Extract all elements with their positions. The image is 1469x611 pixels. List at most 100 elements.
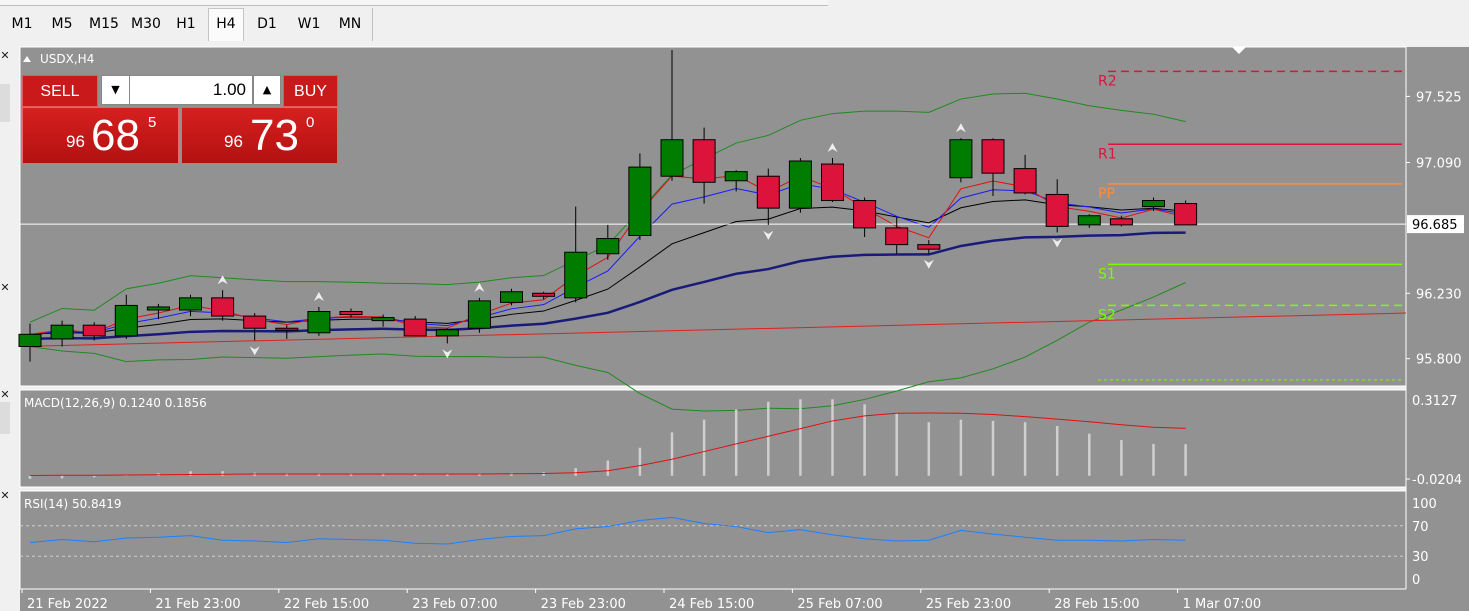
macd-tick-label: 0.3127 — [1412, 394, 1458, 409]
candle-body — [435, 329, 459, 337]
buy-price-prefix: 96 — [224, 132, 243, 151]
candle-body — [1013, 168, 1037, 194]
close-icon[interactable]: ✕ — [0, 490, 10, 502]
buy-price-main: 73 — [250, 111, 299, 160]
timeframe-m30[interactable]: M30 — [126, 9, 166, 39]
panel-tab[interactable] — [0, 84, 10, 122]
rsi-tick-label: 70 — [1412, 520, 1429, 535]
buy-price-button[interactable]: 96 73 0 — [181, 107, 338, 164]
candle-body — [821, 163, 844, 202]
candle-body — [724, 171, 748, 182]
volume-up-icon[interactable]: ▲ — [253, 75, 281, 105]
candle-body — [179, 297, 202, 311]
time-label: 21 Feb 23:00 — [155, 597, 240, 611]
candle-body — [564, 251, 588, 299]
candle-body — [596, 238, 620, 255]
candle-body — [243, 315, 267, 329]
pivot-label-s1: S1 — [1098, 266, 1116, 282]
rsi-tick-label: 0 — [1412, 573, 1420, 588]
candle-body — [114, 304, 138, 337]
rsi-tick-label: 30 — [1412, 550, 1429, 565]
candle-body — [1045, 193, 1069, 227]
candle-body — [1109, 218, 1133, 226]
one-click-trading-panel: SELL ▼ 1.00 ▲ BUY 96 68 5 96 73 0 — [22, 75, 338, 164]
macd-label: MACD(12,26,9) 0.1240 0.1856 — [24, 396, 207, 410]
time-label: 28 Feb 15:00 — [1054, 597, 1139, 611]
time-label: 23 Feb 23:00 — [541, 597, 626, 611]
candle-body — [885, 227, 909, 246]
toolbar-separator — [372, 8, 373, 41]
sell-price-main: 68 — [91, 111, 140, 160]
candle-body — [788, 160, 812, 209]
close-icon[interactable]: ✕ — [0, 282, 10, 294]
volume-input[interactable]: 1.00 — [129, 75, 253, 105]
candle-body — [339, 311, 363, 316]
time-label: 24 Feb 15:00 — [669, 597, 754, 611]
candle-body — [917, 244, 941, 250]
candle-body — [307, 311, 331, 334]
candle-body — [692, 139, 716, 183]
candle-body — [660, 139, 684, 177]
candle-body — [1142, 200, 1165, 208]
candle-body — [467, 300, 491, 329]
time-label: 23 Feb 07:00 — [412, 597, 497, 611]
sell-button[interactable]: SELL — [22, 75, 98, 107]
sell-price-fraction: 5 — [148, 114, 157, 131]
time-label: 25 Feb 07:00 — [797, 597, 882, 611]
candle-body — [403, 318, 427, 337]
candle-body — [1174, 203, 1198, 226]
candle-body — [211, 297, 235, 317]
close-icon[interactable]: ✕ — [0, 50, 10, 62]
price-tick-label: 95.800 — [1416, 353, 1462, 368]
macd-panel — [19, 389, 1407, 488]
candle-body — [18, 333, 42, 347]
toolbar-top-strip — [0, 0, 828, 6]
sell-price-button[interactable]: 96 68 5 — [22, 107, 179, 164]
panel-tab[interactable] — [0, 402, 10, 434]
price-tick-label: 97.525 — [1416, 90, 1462, 105]
timeframe-h1[interactable]: H1 — [168, 9, 204, 39]
sell-price-prefix: 96 — [66, 132, 85, 151]
candle-body — [146, 306, 170, 311]
current-price-label: 96.685 — [1412, 218, 1458, 233]
pivot-label-pp: PP — [1098, 186, 1115, 202]
candle-body — [853, 200, 877, 229]
candle-body — [756, 175, 780, 209]
macd-tick-label: -0.0204 — [1412, 473, 1462, 488]
buy-button[interactable]: BUY — [283, 75, 338, 107]
time-label: 22 Feb 15:00 — [284, 597, 369, 611]
time-label: 25 Feb 23:00 — [926, 597, 1011, 611]
candle-body — [371, 317, 395, 322]
time-label: 21 Feb 2022 — [27, 597, 108, 611]
candle-body — [500, 291, 523, 303]
volume-dropdown-icon[interactable]: ▼ — [101, 75, 129, 105]
buy-price-fraction: 0 — [306, 114, 315, 131]
candle-body — [628, 166, 652, 237]
timeframe-toolbar: M1 M5 M15 M30 H1 H4 D1 W1 MN — [0, 0, 1469, 45]
rsi-tick-label: 100 — [1412, 497, 1437, 512]
timeframe-mn[interactable]: MN — [330, 9, 370, 39]
candle-body — [981, 139, 1005, 174]
left-panel-edge: ✕ ✕ ✕ ✕ — [0, 44, 10, 611]
candle-body — [82, 324, 106, 337]
timeframe-w1[interactable]: W1 — [290, 9, 328, 39]
close-icon[interactable]: ✕ — [0, 389, 10, 401]
candle-body — [532, 292, 556, 297]
rsi-label: RSI(14) 50.8419 — [24, 497, 122, 511]
candle-body — [1077, 215, 1101, 226]
timeframe-m5[interactable]: M5 — [42, 9, 82, 39]
symbol-label: USDX,H4 — [40, 52, 94, 66]
candle-body — [949, 139, 973, 179]
pivot-label-s2: S2 — [1098, 307, 1116, 323]
price-tick-label: 97.090 — [1416, 157, 1462, 172]
candle-body — [50, 324, 74, 340]
price-tick-label: 96.230 — [1416, 287, 1462, 302]
timeframe-h4[interactable]: H4 — [208, 8, 244, 41]
candle-body — [275, 327, 299, 331]
pivot-label-r1: R1 — [1098, 146, 1117, 162]
timeframe-m1[interactable]: M1 — [4, 9, 40, 39]
time-label: 1 Mar 07:00 — [1183, 597, 1262, 611]
timeframe-m15[interactable]: M15 — [84, 9, 124, 39]
timeframe-d1[interactable]: D1 — [248, 9, 286, 39]
pivot-label-r2: R2 — [1098, 73, 1117, 89]
